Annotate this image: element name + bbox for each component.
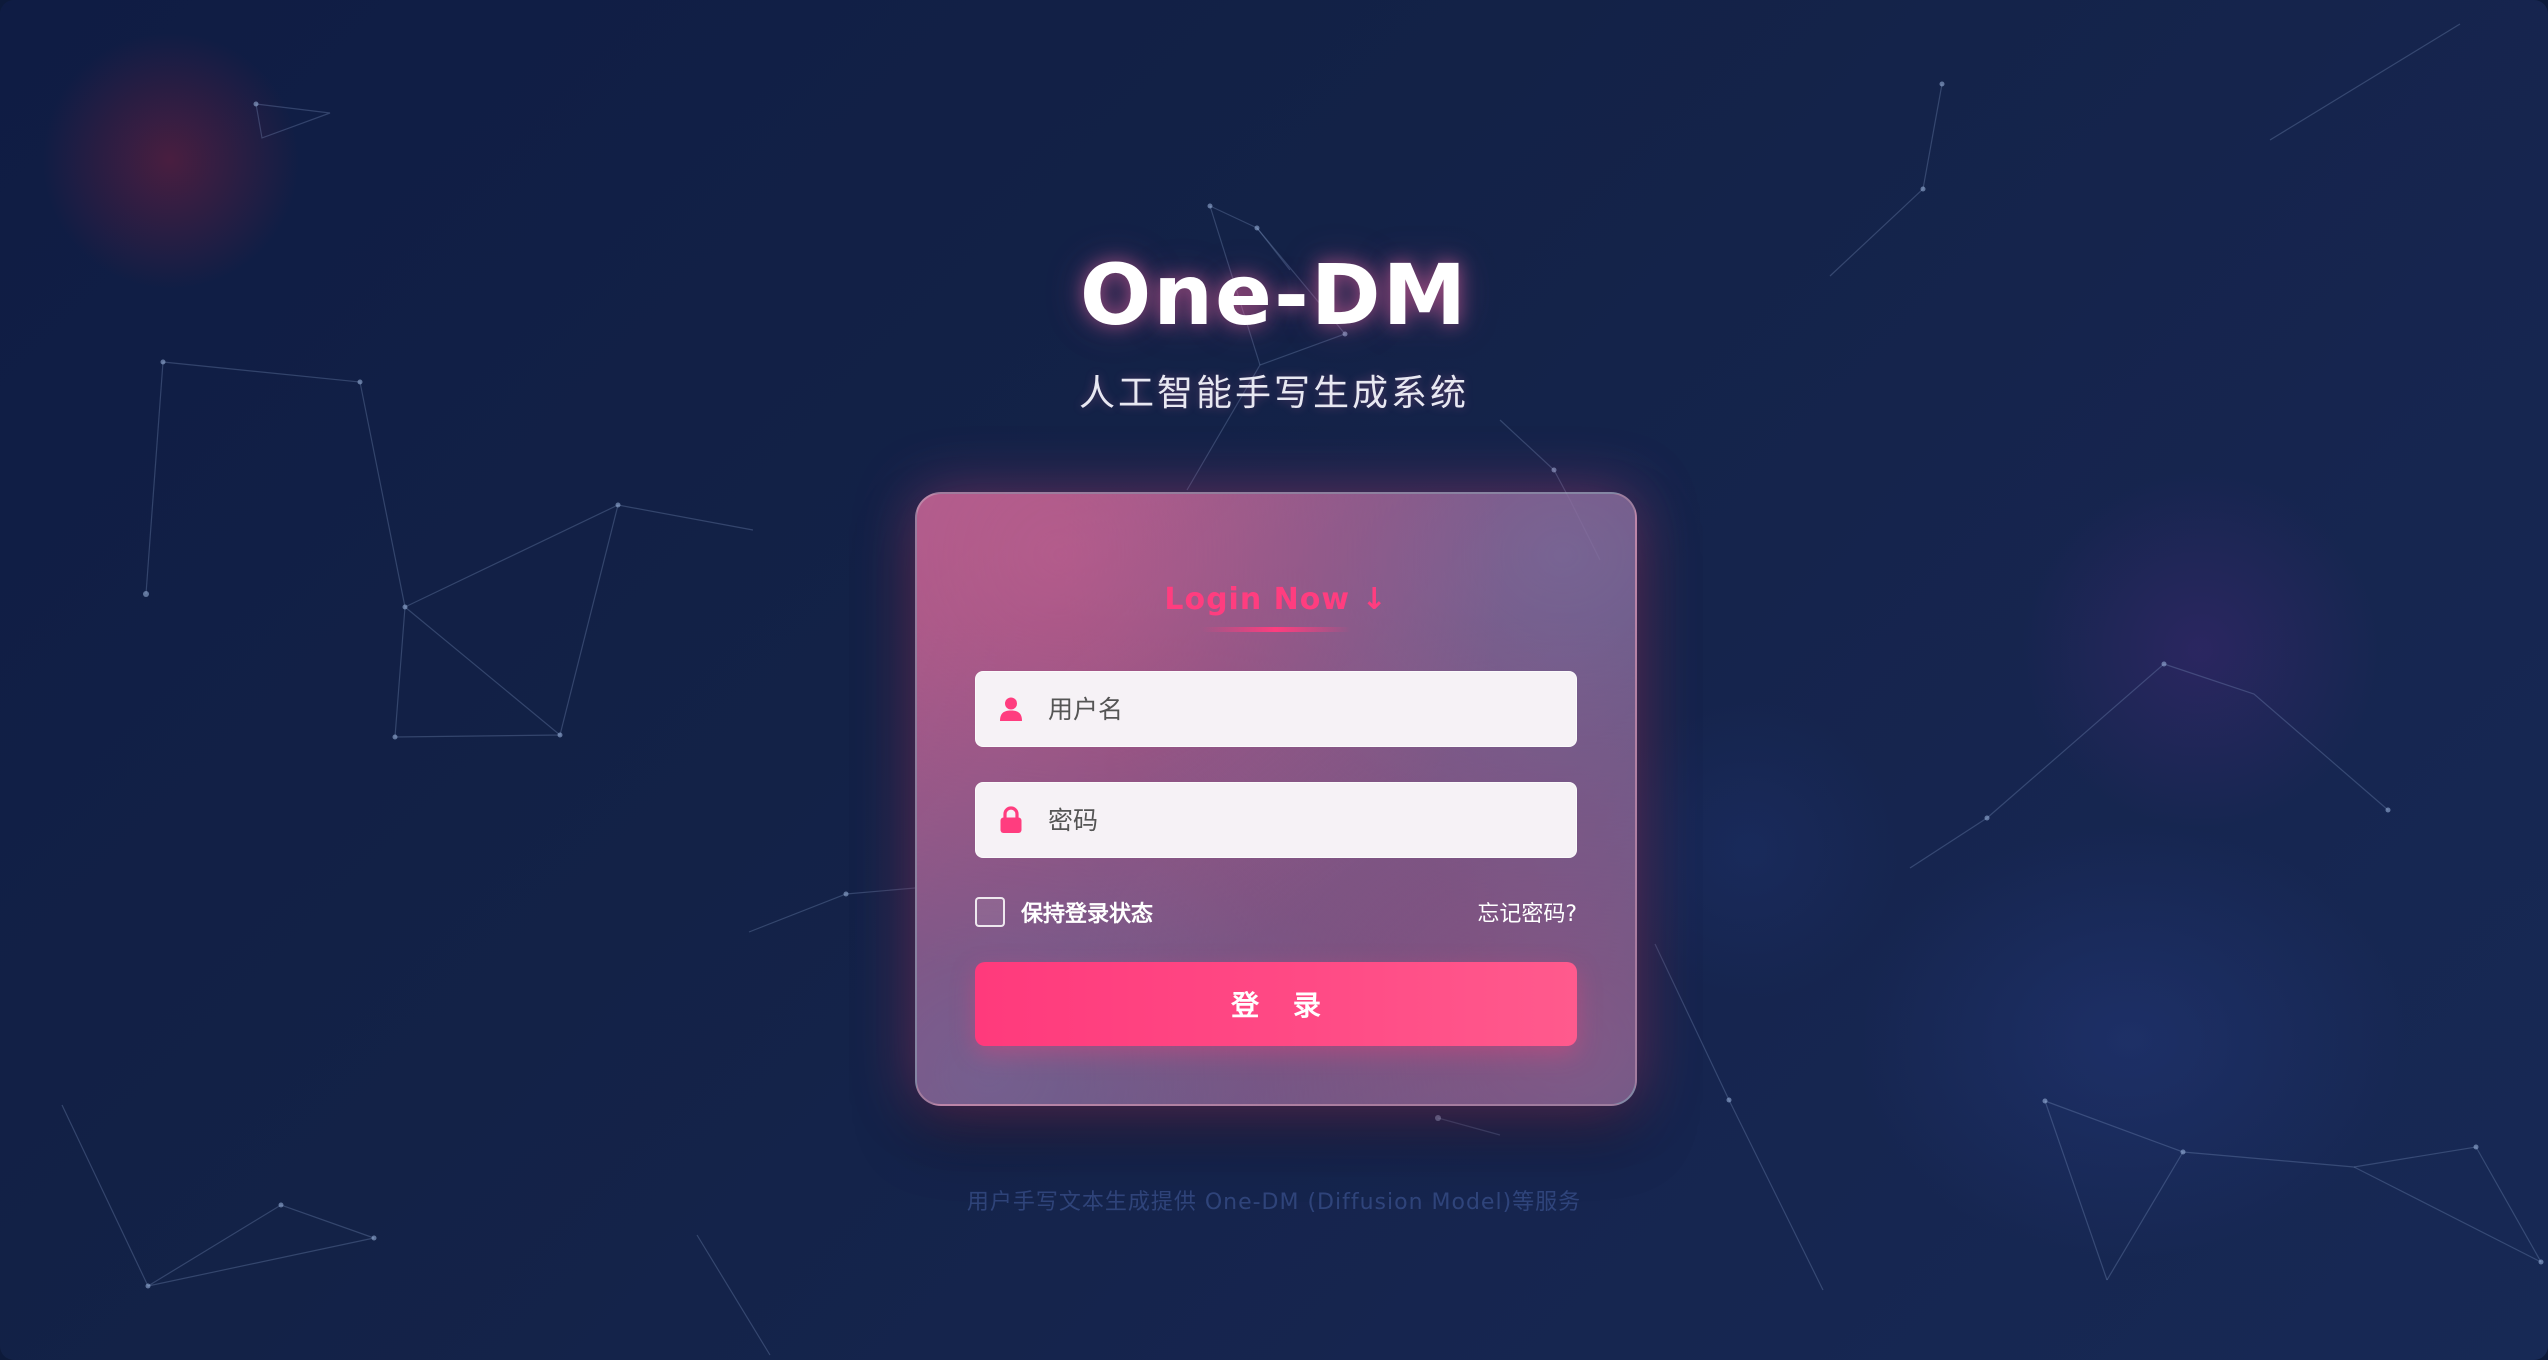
page-header: One-DM 人工智能手写生成系统 (0, 240, 2548, 416)
lock-icon (996, 805, 1026, 835)
app-title: One-DM (1079, 246, 1469, 344)
remember-me-checkbox[interactable] (975, 897, 1005, 927)
remember-me[interactable]: 保持登录状态 (975, 896, 1153, 928)
footer-note: 用户手写文本生成提供 One-DM (Diffusion Model)等服务 (966, 1190, 1582, 1215)
password-input[interactable] (1046, 782, 1576, 858)
remember-me-label[interactable]: 保持登录状态 (1021, 896, 1153, 928)
forgot-password-link[interactable]: 忘记密码? (1477, 896, 1577, 928)
login-page: One-DM 人工智能手写生成系统 Login Now ↓ 用户名 保持登录状态… (0, 0, 2548, 1360)
username-field[interactable] (975, 671, 1577, 747)
user-icon (996, 694, 1026, 724)
username-input[interactable] (1046, 671, 1576, 747)
app-subtitle: 人工智能手写生成系统 (1078, 373, 1469, 414)
login-heading: Login Now ↓ (917, 582, 1635, 632)
login-card: Login Now ↓ 保持 (915, 492, 1637, 1106)
heading-underline (1201, 627, 1351, 632)
password-field[interactable] (975, 782, 1577, 858)
login-options: 保持登录状态 忘记密码? (975, 894, 1577, 930)
login-heading-text: Login Now ↓ (1164, 582, 1388, 617)
login-button[interactable]: 登 录 (975, 962, 1577, 1046)
